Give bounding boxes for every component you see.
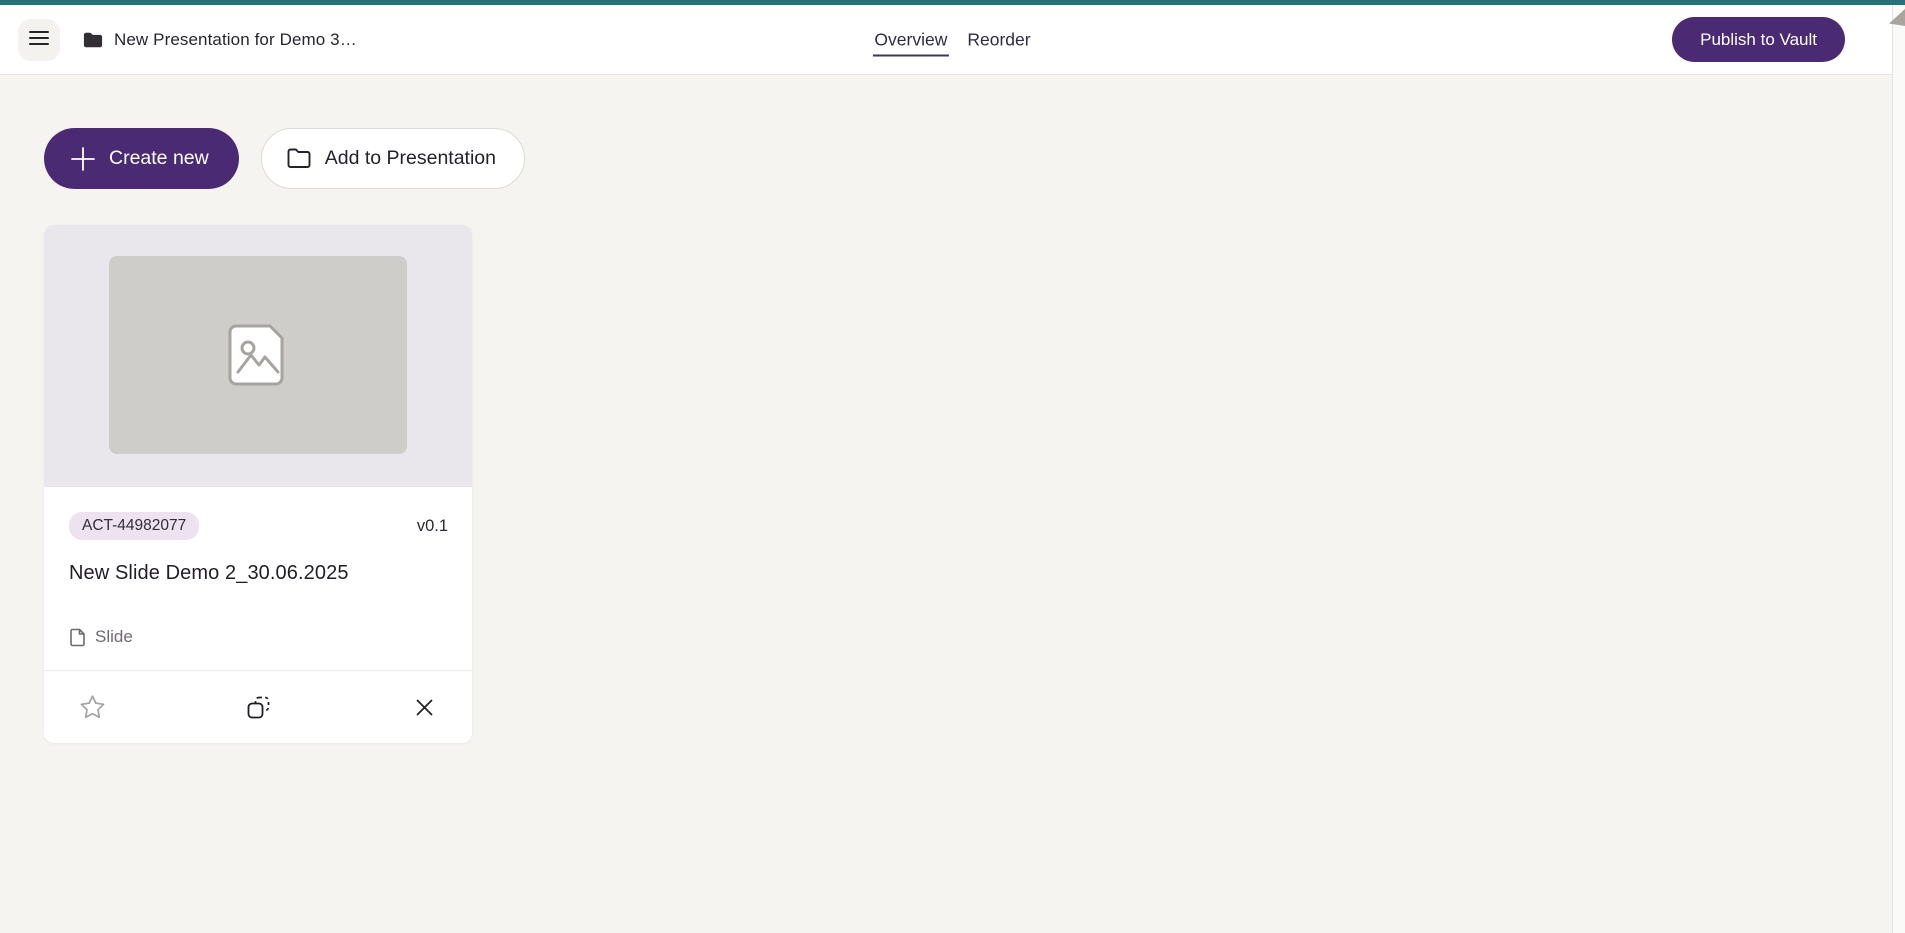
slide-card[interactable]: ACT-44982077 v0.1 New Slide Demo 2_30.06… xyxy=(44,225,472,743)
remove-button[interactable] xyxy=(406,689,442,725)
tab-bar: Overview Reorder xyxy=(872,23,1032,56)
menu-button[interactable] xyxy=(18,19,60,61)
version-label: v0.1 xyxy=(417,517,448,536)
document-type-label: Slide xyxy=(95,627,133,647)
tab-overview[interactable]: Overview xyxy=(872,23,949,56)
image-placeholder-icon xyxy=(226,322,290,388)
badge-row: ACT-44982077 v0.1 xyxy=(69,512,448,540)
main-content: Create new Add to Presentation xyxy=(0,75,1905,743)
slide-card-media[interactable] xyxy=(44,225,472,487)
create-new-button[interactable]: Create new xyxy=(44,128,239,189)
document-type-row: Slide xyxy=(69,627,448,647)
star-icon xyxy=(79,694,106,720)
toolbar: Create new Add to Presentation xyxy=(44,128,1905,189)
plus-icon xyxy=(70,146,96,172)
duplicate-button[interactable] xyxy=(240,689,276,725)
hamburger-icon xyxy=(29,30,49,49)
document-id-badge: ACT-44982077 xyxy=(69,512,199,540)
tab-reorder[interactable]: Reorder xyxy=(965,23,1032,56)
thumbnail-placeholder xyxy=(109,256,407,454)
add-to-presentation-label: Add to Presentation xyxy=(325,147,496,170)
folder-outline-icon xyxy=(286,147,312,170)
create-new-label: Create new xyxy=(109,147,209,170)
folder-icon xyxy=(82,30,104,50)
breadcrumb[interactable]: New Presentation for Demo 3… xyxy=(82,30,357,50)
publish-to-vault-button[interactable]: Publish to Vault xyxy=(1672,17,1845,62)
favorite-button[interactable] xyxy=(74,689,110,725)
document-icon xyxy=(69,628,86,647)
app-page: New Presentation for Demo 3… Overview Re… xyxy=(0,0,1905,933)
close-icon xyxy=(415,698,434,717)
header: New Presentation for Demo 3… Overview Re… xyxy=(0,5,1905,75)
scrollbar-gutter[interactable] xyxy=(1892,5,1905,933)
slide-card-actions xyxy=(44,670,472,743)
slide-card-info: ACT-44982077 v0.1 New Slide Demo 2_30.06… xyxy=(44,487,472,670)
breadcrumb-label: New Presentation for Demo 3… xyxy=(114,30,357,50)
add-to-presentation-button[interactable]: Add to Presentation xyxy=(261,128,525,189)
duplicate-icon xyxy=(245,694,272,721)
slide-title[interactable]: New Slide Demo 2_30.06.2025 xyxy=(69,562,448,585)
